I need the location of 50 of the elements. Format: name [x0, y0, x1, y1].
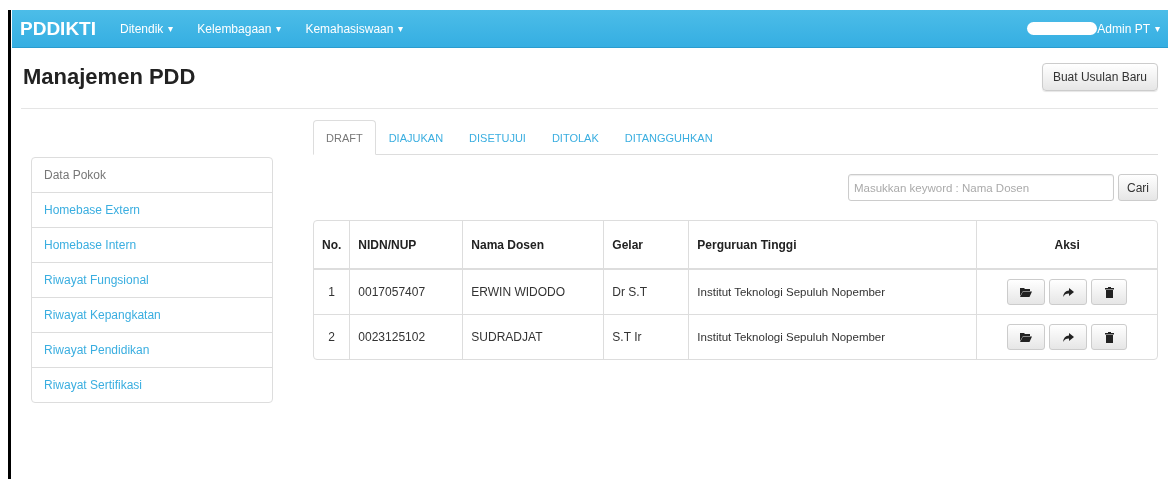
redaction-mark: [1027, 22, 1098, 35]
forward-arrow-icon: [1062, 332, 1074, 342]
sidebar-item[interactable]: Riwayat Kepangkatan: [32, 297, 272, 332]
page-title: Manajemen PDD: [23, 64, 196, 90]
column-header: Aksi: [976, 221, 1157, 270]
column-header: Gelar: [603, 221, 689, 270]
sidebar-item[interactable]: Riwayat Fungsional: [32, 262, 272, 297]
folder-icon: [1020, 332, 1033, 342]
forward-arrow-icon: [1062, 287, 1074, 297]
table-cell: 0017057407: [349, 270, 463, 314]
column-header: Nama Dosen: [462, 221, 604, 270]
column-header: Perguruan Tinggi: [688, 221, 977, 270]
tab[interactable]: DITANGGUHKAN: [611, 120, 726, 155]
brand-logo[interactable]: PDDIKTI: [20, 17, 96, 40]
forward-button[interactable]: [1049, 324, 1088, 350]
trash-icon: [1104, 286, 1114, 298]
table-cell: S.T Ir: [603, 314, 689, 359]
nav-menu[interactable]: Kelembagaan ▾: [197, 21, 282, 36]
new-proposal-button[interactable]: Buat Usulan Baru: [1041, 63, 1158, 91]
delete-button[interactable]: [1091, 279, 1128, 305]
nav-menu[interactable]: Kemahasiswaan ▾: [305, 21, 404, 36]
column-header: NIDN/NUP: [349, 221, 463, 270]
table-cell: ERWIN WIDODO: [462, 270, 604, 314]
tab[interactable]: DIAJUKAN: [375, 120, 457, 155]
table-cell-text: 1: [327, 284, 336, 301]
delete-button[interactable]: [1091, 324, 1128, 350]
sidebar-item[interactable]: Data Pokok: [32, 158, 272, 192]
sidebar-item[interactable]: Homebase Intern: [32, 227, 272, 262]
open-button[interactable]: [1007, 279, 1046, 305]
user-menu[interactable]: Admin PT ▾: [1027, 21, 1160, 36]
sidebar-item[interactable]: Riwayat Pendidikan: [32, 332, 272, 367]
table-cell: Dr S.T: [603, 270, 689, 314]
tab[interactable]: DRAFT: [313, 120, 376, 155]
tab[interactable]: DITOLAK: [538, 120, 612, 155]
search-button[interactable]: Cari: [1118, 174, 1158, 201]
search-field[interactable]: Masukkan keyword : Nama Dosen: [848, 174, 1114, 201]
open-button[interactable]: [1007, 324, 1046, 350]
table-cell: Institut Teknologi Sepuluh Nopember: [688, 270, 977, 314]
folder-icon: [1020, 287, 1033, 297]
trash-icon: [1104, 331, 1114, 343]
table-cell: 2: [314, 314, 350, 359]
tab[interactable]: DISETUJUI: [456, 120, 539, 155]
table-cell: 0023125102: [349, 314, 463, 359]
nav-menu[interactable]: Ditendik ▾: [120, 21, 174, 36]
forward-button[interactable]: [1049, 279, 1088, 305]
table-cell: SUDRADJAT: [462, 314, 604, 359]
sidebar-item[interactable]: Homebase Extern: [32, 192, 272, 227]
sidebar-item[interactable]: Riwayat Sertifikasi: [32, 367, 272, 402]
column-header: No.: [314, 221, 350, 270]
table-cell: Institut Teknologi Sepuluh Nopember: [688, 314, 977, 359]
